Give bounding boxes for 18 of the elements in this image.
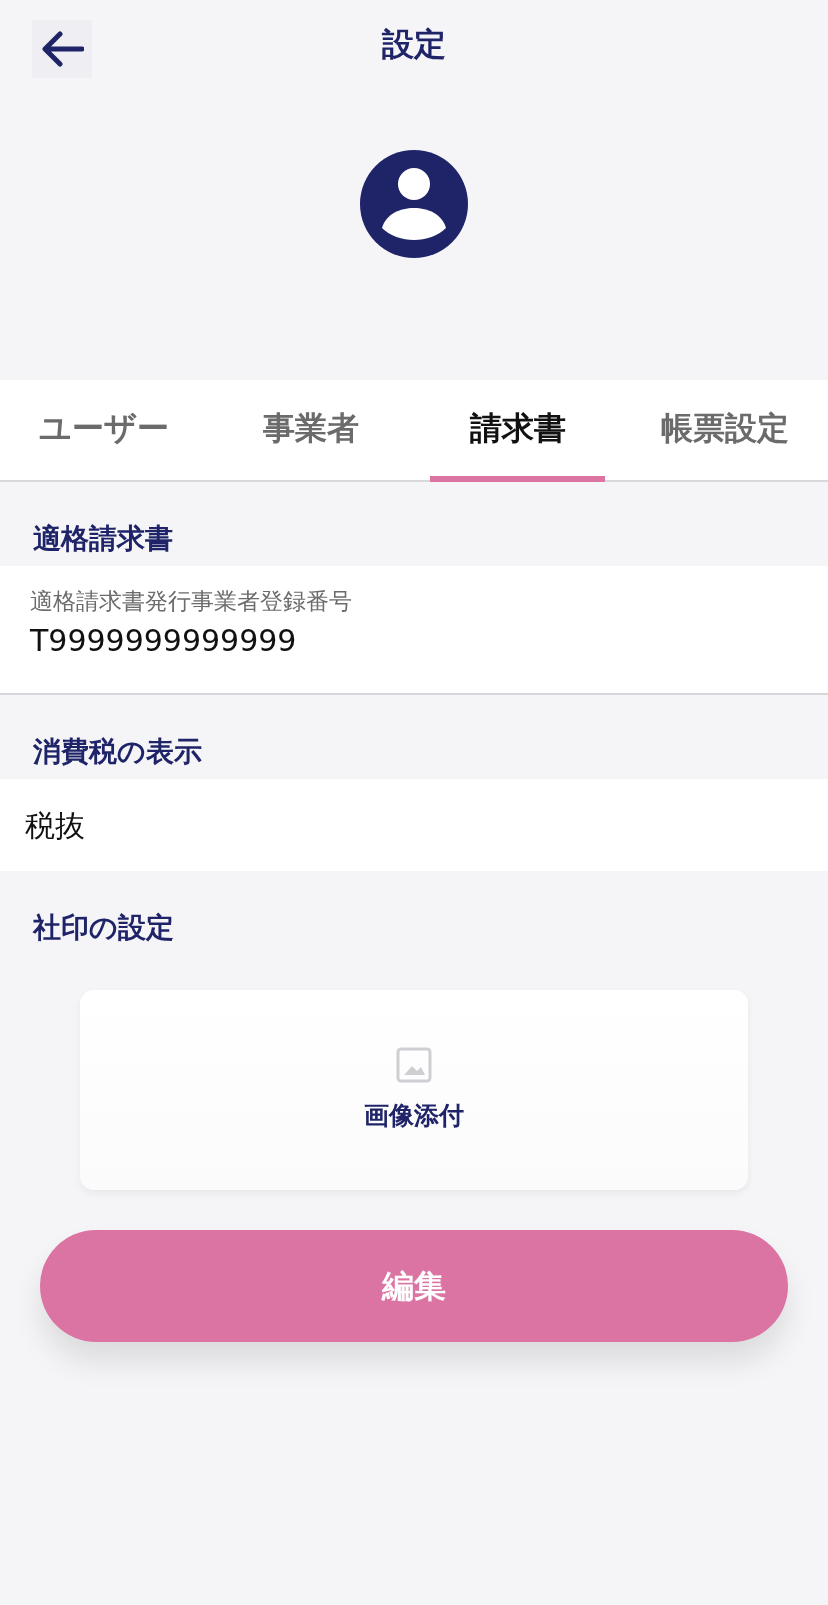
tab[interactable]: ユーザー (16, 380, 191, 482)
tab[interactable]: 帳票設定 (637, 380, 812, 482)
tab[interactable]: 請求書 (430, 380, 605, 482)
tab[interactable]: 事業者 (223, 380, 398, 482)
back-button[interactable] (32, 20, 92, 78)
section-heading: 消費税の表示 (33, 735, 202, 769)
section-heading: 適格請求書 (33, 522, 173, 555)
field-value: T9999999999999 (30, 623, 297, 659)
field-label: 適格請求書発行事業者登録番号 (30, 587, 352, 614)
page-title: 設定 (382, 24, 446, 60)
upload-label: 画像添付 (364, 1099, 464, 1132)
avatar-icon (360, 150, 468, 258)
image-icon (396, 1046, 432, 1083)
edit-button[interactable]: 編集 (40, 1230, 788, 1343)
tax-display-value[interactable]: 税抜 (25, 807, 85, 843)
back-arrow-icon (40, 29, 84, 69)
image-upload-card[interactable]: 画像添付 (80, 990, 748, 1191)
section-heading: 社印の設定 (33, 910, 174, 944)
